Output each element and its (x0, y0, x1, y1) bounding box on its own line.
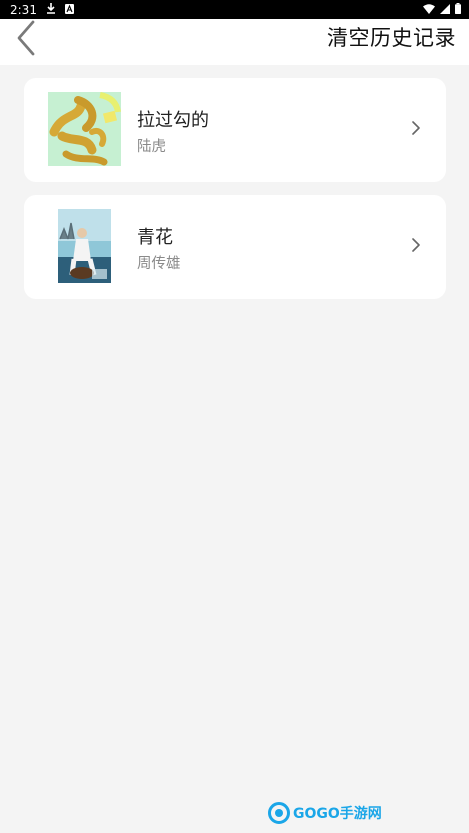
status-time: 2:31 (10, 2, 37, 17)
top-bar: 清空历史记录 (0, 19, 469, 65)
wifi-icon (423, 3, 435, 17)
watermark: GOGO手游网 (268, 801, 382, 825)
album-cover-image (48, 92, 121, 166)
back-button[interactable] (8, 19, 44, 59)
status-bar: 2:31 (0, 0, 469, 19)
watermark-logo-icon (268, 802, 290, 824)
song-title: 拉过勾的 (137, 110, 209, 131)
song-title: 青花 (137, 227, 173, 248)
song-artist: 周传雄 (137, 256, 181, 272)
chevron-right-icon (412, 121, 420, 135)
watermark-text: GOGO手游网 (293, 806, 382, 822)
history-list: 拉过勾的 陆虎 青花 周传雄 (24, 78, 446, 312)
album-cover-image (58, 209, 111, 283)
back-arrow-icon (17, 20, 35, 56)
download-icon (46, 2, 56, 17)
history-item[interactable]: 青花 周传雄 (24, 195, 446, 299)
history-item[interactable]: 拉过勾的 陆虎 (24, 78, 446, 182)
notification-a-icon (64, 3, 74, 17)
battery-icon (455, 2, 461, 17)
signal-icon (440, 3, 450, 17)
song-artist: 陆虎 (137, 139, 166, 155)
clear-history-button[interactable]: 清空历史记录 (327, 22, 456, 52)
chevron-right-icon (412, 238, 420, 252)
